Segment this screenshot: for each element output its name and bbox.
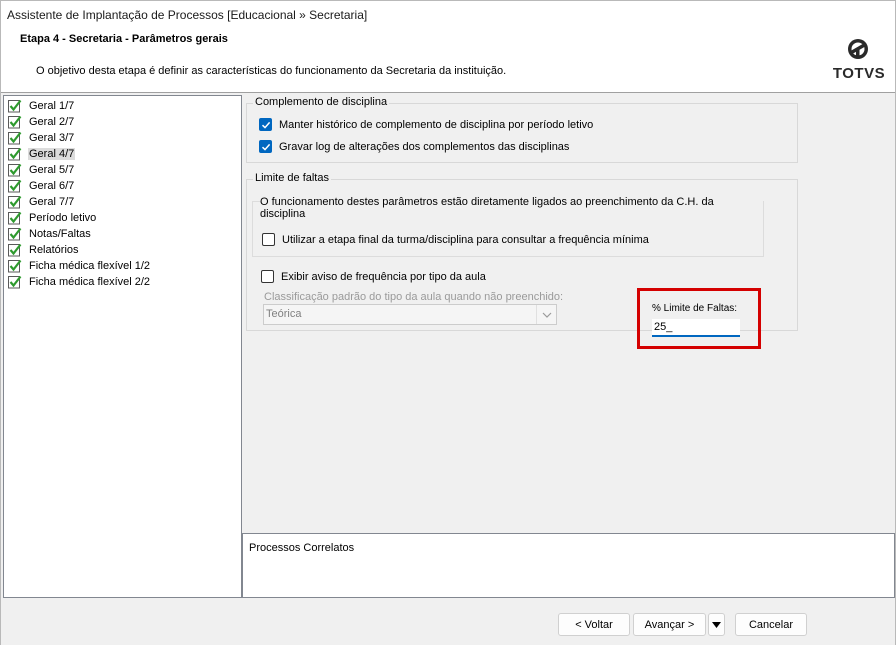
next-button[interactable]: Avançar >: [633, 613, 706, 636]
exibir-aviso-check-box[interactable]: [261, 270, 274, 283]
chevron-down-icon[interactable]: [536, 305, 556, 324]
tree-item-label: Ficha médica flexível 1/2: [29, 260, 151, 272]
tree-item-label: Período letivo: [29, 212, 97, 224]
completed-check-icon: [8, 163, 22, 177]
utilizar-etapa-label: Utilizar a etapa final da turma/discipli…: [282, 233, 649, 246]
tree-item[interactable]: Geral 4/7: [8, 146, 76, 162]
checkmark-icon: [261, 143, 270, 151]
tree-item-label: Relatórios: [29, 244, 79, 256]
tree-item-label: Geral 5/7: [29, 164, 75, 176]
utilizar-etapa-check-box[interactable]: [262, 233, 275, 246]
tree-item-label: Geral 1/7: [29, 100, 75, 112]
classificacao-value: Teórica: [266, 308, 302, 320]
steps-tree: Geral 1/7 Geral 2/7 Geral 3/7 Geral 4/7 Gera…: [3, 95, 242, 598]
completed-check-icon: [8, 259, 22, 273]
completed-check-icon: [8, 147, 22, 161]
tree-item[interactable]: Ficha médica flexível 2/2: [8, 274, 151, 290]
completed-check-icon: [8, 243, 22, 257]
limite-note: O funcionamento destes parâmetros estão …: [260, 196, 763, 220]
tree-item[interactable]: Geral 6/7: [8, 178, 75, 194]
completed-check-icon: [8, 211, 22, 225]
limite-faltas-highlight: % Limite de Faltas:: [637, 288, 761, 349]
classificacao-label: Classificação padrão do tipo da aula qua…: [264, 291, 564, 303]
gravar-log-checkbox[interactable]: Gravar log de alterações dos complemento…: [259, 140, 569, 153]
percent-limite-input[interactable]: [652, 319, 740, 337]
step-title: Etapa 4 - Secretaria - Parâmetros gerais: [20, 33, 228, 45]
completed-check-icon: [8, 227, 22, 241]
cancel-button[interactable]: Cancelar: [735, 613, 807, 636]
limite-faltas-group: Limite de faltas O funcionamento destes …: [246, 172, 798, 349]
tree-item[interactable]: Geral 7/7: [8, 194, 75, 210]
tree-item[interactable]: Relatórios: [8, 242, 80, 258]
step-description: O objetivo desta etapa é definir as cara…: [36, 65, 507, 77]
limite-inner-frame: O funcionamento destes parâmetros estão …: [252, 196, 764, 257]
tree-item-label: Ficha médica flexível 2/2: [29, 276, 151, 288]
tree-item[interactable]: Geral 1/7: [8, 98, 75, 114]
logo-text: TOTVS: [832, 65, 886, 82]
next-dropdown-button[interactable]: [708, 613, 725, 636]
completed-check-icon: [8, 131, 22, 145]
tree-item-label: Geral 4/7: [28, 148, 76, 160]
tree-item[interactable]: Ficha médica flexível 1/2: [8, 258, 151, 274]
manter-historico-label: Manter histórico de complemento de disci…: [279, 118, 594, 131]
percent-limite-label: % Limite de Faltas:: [652, 303, 738, 314]
completed-check-icon: [8, 275, 22, 289]
tree-item-label: Geral 7/7: [29, 196, 75, 208]
window-title: Assistente de Implantação de Processos […: [7, 8, 368, 22]
tree-item[interactable]: Geral 2/7: [8, 114, 75, 130]
exibir-aviso-label: Exibir aviso de frequência por tipo da a…: [281, 270, 486, 283]
classificacao-select[interactable]: Teórica: [263, 304, 557, 325]
caret-down-icon: [712, 621, 721, 628]
tree-item-label: Geral 2/7: [29, 116, 75, 128]
exibir-aviso-checkbox[interactable]: Exibir aviso de frequência por tipo da a…: [261, 270, 486, 283]
tree-item[interactable]: Notas/Faltas: [8, 226, 92, 242]
tree-item-label: Geral 6/7: [29, 180, 75, 192]
completed-check-icon: [8, 115, 22, 129]
related-processes-label: Processos Correlatos: [249, 542, 355, 554]
limite-faltas-group-title: Limite de faltas: [253, 172, 331, 184]
tree-item[interactable]: Período letivo: [8, 210, 97, 226]
tree-item-label: Geral 3/7: [29, 132, 75, 144]
complemento-group-title: Complemento de disciplina: [253, 96, 390, 108]
gravar-log-check-box[interactable]: [259, 140, 272, 153]
completed-check-icon: [8, 179, 22, 193]
title-bar: Assistente de Implantação de Processos […: [1, 1, 895, 29]
manter-historico-checkbox[interactable]: Manter histórico de complemento de disci…: [259, 118, 593, 131]
totvs-logo-icon: [848, 39, 868, 59]
wizard-footer: < Voltar Avançar > Cancelar: [1, 599, 895, 645]
wizard-window: Assistente de Implantação de Processos […: [0, 0, 896, 645]
utilizar-etapa-checkbox[interactable]: Utilizar a etapa final da turma/discipli…: [262, 233, 649, 246]
tree-item-label: Notas/Faltas: [29, 228, 91, 240]
related-processes-panel: Processos Correlatos: [242, 533, 895, 598]
completed-check-icon: [8, 195, 22, 209]
manter-historico-check-box[interactable]: [259, 118, 272, 131]
totvs-logo: TOTVS: [831, 37, 887, 85]
gravar-log-label: Gravar log de alterações dos complemento…: [279, 140, 570, 153]
checkmark-icon: [261, 121, 270, 129]
completed-check-icon: [8, 99, 22, 113]
tree-item[interactable]: Geral 3/7: [8, 130, 75, 146]
tree-item[interactable]: Geral 5/7: [8, 162, 75, 178]
back-button[interactable]: < Voltar: [558, 613, 630, 636]
wizard-header: Etapa 4 - Secretaria - Parâmetros gerais…: [1, 29, 895, 93]
parameters-panel: Complemento de disciplina Manter históri…: [244, 95, 895, 533]
complemento-group: Complemento de disciplina Manter históri…: [246, 96, 798, 163]
